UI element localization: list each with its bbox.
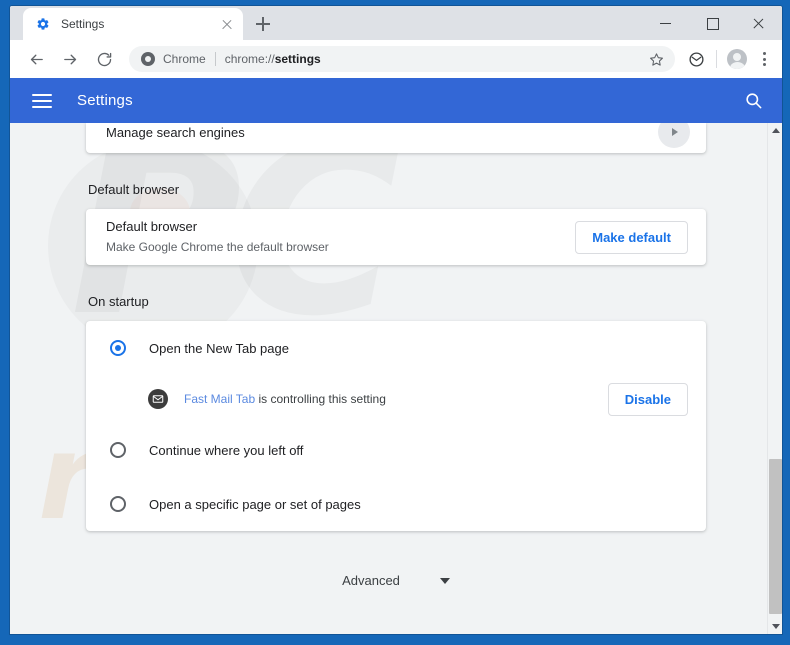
browser-tab-settings[interactable]: Settings [23,8,243,40]
forward-arrow-icon[interactable] [56,45,84,73]
disable-extension-button[interactable]: Disable [607,382,688,416]
chrome-browser-window: Settings Chrome chrome://settings Settin… [10,6,782,634]
maximize-button[interactable] [690,6,736,40]
extension-puzzle-icon[interactable] [682,45,710,73]
advanced-label: Advanced [342,573,400,588]
star-icon[interactable] [643,46,669,72]
default-browser-secondary: Make Google Chrome the default browser [106,240,329,254]
chevron-down-icon[interactable] [439,577,450,584]
advanced-expander[interactable]: Advanced [86,573,706,588]
scrollbar-thumb[interactable] [769,459,782,614]
avatar-icon [727,49,747,69]
extension-control-notice: Fast Mail Tab is controlling this settin… [86,375,706,423]
close-window-button[interactable] [736,6,782,40]
default-browser-texts: Default browser Make Google Chrome the d… [106,218,575,256]
radio-button[interactable] [110,496,126,512]
omnibox-divider [214,52,216,66]
radio-button-selected[interactable] [110,340,126,356]
address-bar[interactable]: Chrome chrome://settings [129,46,675,72]
url-text: chrome://settings [225,52,482,66]
settings-content-area: PC risk.com Manage search engines Defaul… [10,123,782,634]
tab-close-icon[interactable] [219,16,235,32]
startup-option-label: Open the New Tab page [149,340,289,356]
toolbar-divider [716,50,717,68]
extension-notice-suffix: is controlling this setting [255,392,386,406]
url-prefix: chrome:// [224,52,275,66]
vertical-scrollbar[interactable] [767,123,782,634]
manage-search-engines-label: Manage search engines [106,124,245,140]
on-startup-section-title: On startup [88,294,149,309]
new-tab-button[interactable] [249,10,277,38]
startup-option-specific-pages[interactable]: Open a specific page or set of pages [86,477,706,531]
back-arrow-icon[interactable] [22,45,50,73]
three-dot-menu-icon[interactable] [752,45,776,73]
scroll-down-arrow-icon[interactable] [768,619,782,634]
security-label: Chrome [163,52,206,66]
tab-title: Settings [61,17,105,31]
settings-gear-icon [35,16,51,32]
extension-name-link[interactable]: Fast Mail Tab [184,392,255,406]
manage-search-engines-row[interactable]: Manage search engines [86,123,706,153]
scroll-up-arrow-icon[interactable] [768,123,782,138]
default-browser-card: Default browser Make Google Chrome the d… [86,209,706,265]
startup-option-continue[interactable]: Continue where you left off [86,423,706,477]
extension-notice-text: Fast Mail Tab is controlling this settin… [184,392,608,406]
search-icon[interactable] [742,90,764,112]
startup-option-new-tab[interactable]: Open the New Tab page [86,321,706,375]
make-default-button[interactable]: Make default [575,220,688,254]
chrome-icon [141,52,155,66]
minimize-button[interactable] [644,6,690,40]
site-identity-chip[interactable]: Chrome [141,52,206,66]
envelope-icon [148,389,168,409]
window-controls [644,6,782,40]
startup-option-label: Continue where you left off [149,442,304,458]
browser-toolbar: Chrome chrome://settings [10,40,782,78]
tab-strip: Settings [10,6,782,40]
page-title: Settings [77,92,133,109]
settings-content: Manage search engines Default browser De… [86,123,706,588]
default-browser-section-title: Default browser [88,182,180,197]
settings-app-header: Settings [10,78,782,123]
on-startup-card: Open the New Tab page Fast Mail Tab is c… [86,321,706,531]
reload-icon[interactable] [90,45,118,73]
default-browser-primary: Default browser [106,219,198,234]
chevron-right-icon[interactable] [658,123,690,148]
desktop-background: Settings Chrome chrome://settings Settin… [0,0,790,645]
radio-button[interactable] [110,442,126,458]
hamburger-icon[interactable] [32,93,52,108]
url-path: settings [274,52,321,66]
search-engines-card: Manage search engines [86,123,706,153]
avatar[interactable] [723,45,751,73]
startup-option-label: Open a specific page or set of pages [149,496,361,512]
